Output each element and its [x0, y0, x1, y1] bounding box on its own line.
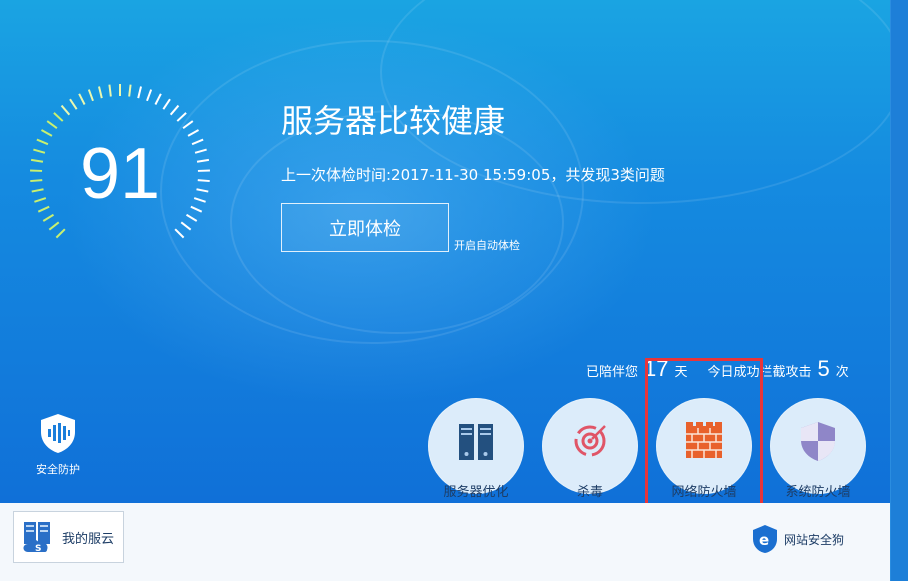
- feature-network-firewall[interactable]: 网络防火墙: [656, 398, 752, 503]
- last-check-info: 上一次体检时间:2017-11-30 15:59:05，共发现3类问题: [281, 166, 665, 184]
- check-now-button[interactable]: 立即体检: [281, 203, 449, 252]
- my-cloud-button[interactable]: S 我的服云: [13, 511, 124, 563]
- cloud-server-icon: S: [23, 522, 50, 554]
- security-protection-label: 安全防护: [36, 463, 80, 476]
- auto-check-link[interactable]: 开启自动体检: [454, 237, 520, 253]
- website-dog-logo-icon: e: [753, 525, 777, 553]
- firewall-brick-icon: [686, 422, 722, 458]
- shield-icon: [801, 422, 835, 461]
- stats-attacks-unit: 次: [835, 365, 849, 380]
- health-score-gauge: 91: [28, 82, 212, 266]
- my-cloud-label: 我的服云: [62, 531, 115, 547]
- feature-label: 服务器优化: [443, 485, 509, 500]
- feature-antivirus[interactable]: 杀毒: [542, 398, 638, 503]
- feature-label: 系统防火墙: [785, 485, 851, 500]
- feature-system-firewall[interactable]: 系统防火墙: [770, 398, 866, 503]
- window-scrollbar[interactable]: [890, 0, 908, 581]
- shield-icon: [41, 414, 75, 453]
- stats-days-unit: 天: [674, 365, 688, 380]
- feature-label: 杀毒: [576, 485, 603, 500]
- health-score: 91: [79, 134, 161, 214]
- virus-target-icon: [574, 425, 606, 457]
- website-dog-label: 网站安全狗: [784, 532, 845, 547]
- main-panel: 91 服务器比较健康 上一次体检时间:2017-11-30 15:59:05，共…: [0, 0, 890, 503]
- svg-text:S: S: [35, 544, 41, 554]
- stats-prefix: 已陪伴您: [586, 365, 639, 380]
- protection-stats: 已陪伴您 17 天 今日成功拦截攻击 5 次: [586, 356, 849, 382]
- svg-text:e: e: [759, 531, 769, 549]
- stats-days: 17: [644, 356, 669, 381]
- website-dog-link[interactable]: e 网站安全狗: [752, 524, 844, 554]
- page-title: 服务器比较健康: [281, 102, 506, 140]
- feature-server-optimize[interactable]: 服务器优化: [428, 398, 524, 503]
- security-protection-button[interactable]: 安全防护: [30, 412, 86, 477]
- stats-middle: 今日成功拦截攻击: [707, 365, 812, 380]
- server-icon: [459, 424, 493, 460]
- feature-label: 网络防火墙: [671, 485, 737, 500]
- stats-attacks: 5: [817, 356, 830, 381]
